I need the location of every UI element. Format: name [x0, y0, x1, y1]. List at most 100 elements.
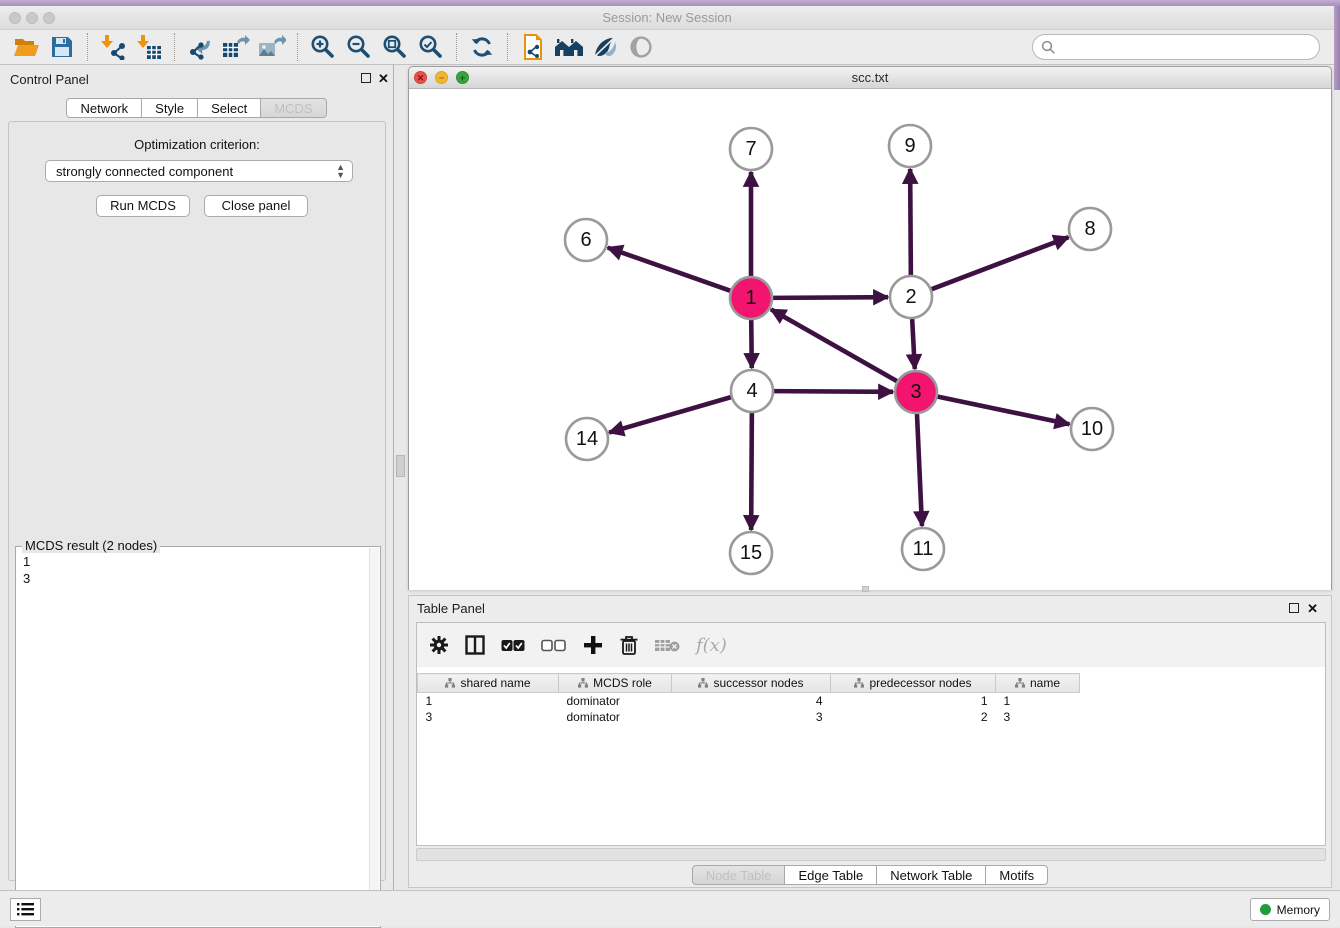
mcds-result-text[interactable]: 1 3 [17, 553, 368, 925]
network-window-titlebar[interactable]: ✕ − + scc.txt [409, 67, 1331, 89]
tab-edge-table[interactable]: Edge Table [785, 865, 877, 885]
home-icon[interactable] [551, 32, 587, 62]
graph-edge-1-2[interactable] [772, 297, 888, 298]
result-scrollbar[interactable] [369, 548, 379, 926]
control-panel: Control Panel ✕ Network Style Select MCD… [0, 65, 394, 890]
graph-node-label-4: 4 [746, 380, 757, 402]
graph-edge-2-9[interactable] [910, 169, 911, 276]
delete-icon[interactable] [619, 635, 639, 656]
graph-edge-3-11[interactable] [917, 413, 922, 526]
graph-edge-2-8[interactable] [931, 237, 1069, 289]
select-stepper-icon: ▲▼ [336, 163, 345, 179]
graph-edge-4-3[interactable] [773, 391, 893, 392]
delete-table-icon[interactable] [655, 637, 680, 653]
window-close-button[interactable] [9, 12, 21, 24]
table-cell[interactable]: 2 [831, 709, 996, 725]
tab-node-table[interactable]: Node Table [692, 865, 786, 885]
attribute-type-icon [854, 678, 864, 688]
window-zoom-button[interactable] [43, 12, 55, 24]
panel-splitter-handle[interactable] [396, 455, 405, 477]
column-header-successor-nodes[interactable]: successor nodes [672, 674, 831, 693]
table-cell[interactable]: dominator [559, 709, 672, 725]
tab-style[interactable]: Style [142, 98, 198, 118]
zoom-fit-icon[interactable] [377, 32, 413, 62]
window-title: Session: New Session [0, 6, 1334, 30]
toolbar-separator [507, 33, 508, 61]
eye-icon[interactable] [623, 32, 659, 62]
table-row[interactable]: 3dominator323 [418, 709, 1320, 725]
control-panel-header: Control Panel ✕ [0, 65, 393, 93]
tab-motifs[interactable]: Motifs [986, 865, 1048, 885]
close-table-panel-icon[interactable]: ✕ [1307, 604, 1318, 614]
toolbar-separator [174, 33, 175, 61]
zoom-in-icon[interactable] [305, 32, 341, 62]
window-minimize-button[interactable] [26, 12, 38, 24]
graph-edge-1-6[interactable] [608, 248, 731, 291]
deselect-all-icon[interactable] [541, 639, 567, 652]
tab-select[interactable]: Select [198, 98, 261, 118]
table-cell[interactable]: 3 [418, 709, 559, 725]
gear-icon[interactable] [429, 635, 449, 655]
column-header-name[interactable]: name [996, 674, 1080, 693]
graph-edge-3-10[interactable] [937, 396, 1070, 424]
zoom-out-icon[interactable] [341, 32, 377, 62]
table-horizontal-scrollbar[interactable] [416, 848, 1326, 861]
search-input[interactable] [1056, 40, 1296, 55]
copy-network-icon[interactable] [515, 32, 551, 62]
list-icon [17, 903, 34, 916]
close-panel-icon[interactable]: ✕ [378, 74, 389, 84]
export-table-icon[interactable] [218, 32, 254, 62]
export-network-icon[interactable] [182, 32, 218, 62]
graph-node-label-9: 9 [904, 135, 915, 157]
import-network-icon[interactable] [95, 32, 131, 62]
table-cell[interactable]: 3 [996, 709, 1080, 725]
table-cell[interactable]: 3 [672, 709, 831, 725]
mcds-result-box: MCDS result (2 nodes) 1 3 [15, 546, 381, 928]
graph-edge-1-4[interactable] [751, 319, 752, 368]
table-row[interactable]: 1dominator411 [418, 693, 1320, 709]
add-column-icon[interactable] [583, 635, 603, 655]
save-icon[interactable] [44, 32, 80, 62]
table-cell[interactable]: 1 [831, 693, 996, 709]
export-image-icon[interactable] [254, 32, 290, 62]
column-header-shared-name[interactable]: shared name [418, 674, 559, 693]
column-view-icon[interactable] [465, 635, 485, 655]
tab-network[interactable]: Network [66, 98, 142, 118]
float-table-panel-icon[interactable] [1289, 603, 1299, 613]
visual-properties-icon[interactable] [587, 32, 623, 62]
graph-edge-4-14[interactable] [609, 397, 732, 433]
tab-mcds[interactable]: MCDS [261, 98, 326, 118]
memory-button[interactable]: Memory [1250, 898, 1330, 921]
column-header-MCDS-role[interactable]: MCDS role [559, 674, 672, 693]
zoom-selected-icon[interactable] [413, 32, 449, 62]
run-mcds-button[interactable]: Run MCDS [96, 195, 190, 217]
table-cell[interactable]: 4 [672, 693, 831, 709]
function-builder-icon[interactable]: f(x) [696, 635, 727, 656]
graph-node-label-10: 10 [1081, 418, 1103, 440]
task-history-button[interactable] [10, 898, 41, 921]
network-canvas[interactable]: 7968124314101511 [409, 89, 1331, 590]
graph-edge-4-15[interactable] [751, 412, 752, 530]
criterion-select[interactable]: strongly connected component ▲▼ [45, 160, 353, 182]
table-cell[interactable]: 1 [996, 693, 1080, 709]
network-window-resize-handle[interactable] [862, 586, 869, 592]
table-cell[interactable]: dominator [559, 693, 672, 709]
frame-close-icon[interactable]: ✕ [414, 71, 427, 84]
table-content-box: f(x) shared nameMCDS rolesuccessor nodes… [416, 622, 1326, 846]
float-panel-icon[interactable] [361, 73, 371, 83]
frame-maximize-icon[interactable]: + [456, 71, 469, 84]
refresh-icon[interactable] [464, 32, 500, 62]
table-cell[interactable]: 1 [418, 693, 559, 709]
select-all-icon[interactable] [501, 639, 525, 652]
criterion-selected-value: strongly connected component [56, 164, 233, 179]
graph-edge-3-1[interactable] [771, 309, 898, 381]
frame-minimize-icon[interactable]: − [435, 71, 448, 84]
attribute-type-icon [698, 678, 708, 688]
network-graph[interactable]: 7968124314101511 [409, 89, 1331, 590]
column-header-predecessor-nodes[interactable]: predecessor nodes [831, 674, 996, 693]
graph-edge-2-3[interactable] [912, 318, 915, 369]
tab-network-table[interactable]: Network Table [877, 865, 986, 885]
open-folder-icon[interactable] [8, 32, 44, 62]
import-table-icon[interactable] [131, 32, 167, 62]
close-panel-button[interactable]: Close panel [204, 195, 308, 217]
